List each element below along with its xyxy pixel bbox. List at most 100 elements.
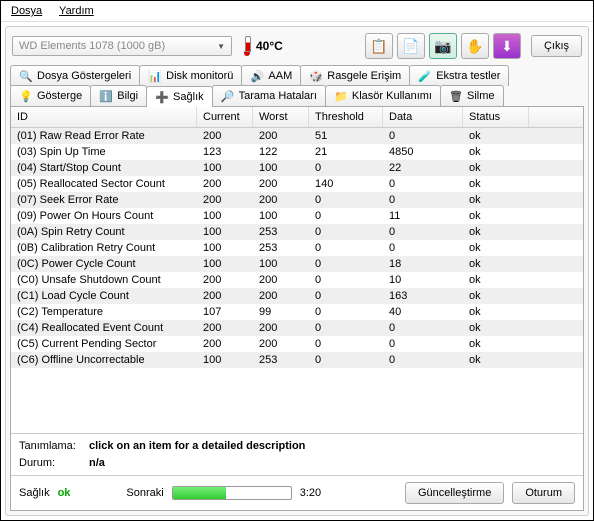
cell-wor: 100 (253, 208, 309, 224)
cell-id: (C5) Current Pending Sector (11, 336, 197, 352)
cell-thr: 0 (309, 336, 383, 352)
cell-cur: 200 (197, 128, 253, 144)
menu-file[interactable]: Dosya (11, 5, 42, 17)
tab-aam[interactable]: 🔊AAM (241, 65, 301, 86)
tab-label: Rasgele Erişim (327, 70, 401, 82)
tab-label: Gösterge (37, 90, 82, 102)
exit-button[interactable]: Çıkış (531, 35, 582, 57)
table-row[interactable]: (C5) Current Pending Sector20020000ok (11, 336, 583, 352)
cell-dat: 22 (383, 160, 463, 176)
copy-icon-button[interactable]: 📋 (365, 33, 393, 59)
drive-select[interactable]: WD Elements 1078 (1000 gB) ▼ (12, 36, 232, 56)
cell-wor: 100 (253, 256, 309, 272)
tab-gösterge[interactable]: 💡 Gösterge (10, 85, 91, 106)
description-panel: Tanımlama:click on an item for a detaile… (11, 433, 583, 475)
cell-cur: 200 (197, 320, 253, 336)
menu-help[interactable]: Yardım (59, 5, 94, 17)
table-row[interactable]: (03) Spin Up Time123122214850ok (11, 144, 583, 160)
table-row[interactable]: (09) Power On Hours Count100100011ok (11, 208, 583, 224)
tab-icon: 🎲 (309, 69, 323, 83)
col-worst[interactable]: Worst (253, 107, 309, 127)
tab-dosya-göstergeleri[interactable]: 🔍Dosya Göstergeleri (10, 65, 140, 86)
tab-label: Tarama Hataları (239, 90, 317, 102)
drive-select-label: WD Elements 1078 (1000 gB) (19, 40, 165, 52)
camera-icon-button[interactable]: 📷 (429, 33, 457, 59)
cell-sta: ok (463, 272, 529, 288)
cell-cur: 200 (197, 192, 253, 208)
cell-cur: 200 (197, 336, 253, 352)
tab-klasör-kullanımı[interactable]: 📁Klasör Kullanımı (325, 85, 441, 106)
table-row[interactable]: (01) Raw Read Error Rate200200510ok (11, 128, 583, 144)
tab-tarama-hataları[interactable]: 🔎Tarama Hataları (212, 85, 326, 106)
tab-ekstra-testler[interactable]: 🧪Ekstra testler (409, 65, 509, 86)
cell-dat: 11 (383, 208, 463, 224)
cell-id: (07) Seek Error Rate (11, 192, 197, 208)
cell-sta: ok (463, 224, 529, 240)
cell-dat: 10 (383, 272, 463, 288)
chevron-down-icon: ▼ (217, 42, 225, 51)
table-row[interactable]: (C1) Load Cycle Count2002000163ok (11, 288, 583, 304)
tab-icon: 🔊 (250, 69, 264, 83)
col-status[interactable]: Status (463, 107, 529, 127)
table-row[interactable]: (C0) Unsafe Shutdown Count200200010ok (11, 272, 583, 288)
col-id[interactable]: ID (11, 107, 197, 127)
cell-id: (C2) Temperature (11, 304, 197, 320)
cell-id: (0A) Spin Retry Count (11, 224, 197, 240)
cell-dat: 0 (383, 352, 463, 368)
table-row[interactable]: (05) Reallocated Sector Count2002001400o… (11, 176, 583, 192)
table-row[interactable]: (C4) Reallocated Event Count20020000ok (11, 320, 583, 336)
cell-id: (0B) Calibration Retry Count (11, 240, 197, 256)
glove-icon-button[interactable]: ✋ (461, 33, 489, 59)
cell-id: (C4) Reallocated Event Count (11, 320, 197, 336)
col-threshold[interactable]: Threshold (309, 107, 383, 127)
tab-disk-monitorü[interactable]: 📊Disk monitorü (139, 65, 242, 86)
cell-dat: 0 (383, 176, 463, 192)
cell-thr: 0 (309, 192, 383, 208)
cell-wor: 100 (253, 160, 309, 176)
table-row[interactable]: (0A) Spin Retry Count10025300ok (11, 224, 583, 240)
cell-thr: 0 (309, 288, 383, 304)
tab-bilgi[interactable]: ℹ️Bilgi (90, 85, 147, 106)
cell-id: (05) Reallocated Sector Count (11, 176, 197, 192)
countdown: 3:20 (300, 487, 321, 499)
table-row[interactable]: (04) Start/Stop Count100100022ok (11, 160, 583, 176)
tab-icon: 🧪 (418, 69, 432, 83)
cell-sta: ok (463, 352, 529, 368)
col-current[interactable]: Current (197, 107, 253, 127)
table-row[interactable]: (0B) Calibration Retry Count10025300ok (11, 240, 583, 256)
cell-id: (01) Raw Read Error Rate (11, 128, 197, 144)
tab-icon: ℹ️ (99, 89, 113, 103)
tab-rasgele-erişim[interactable]: 🎲 Rasgele Erişim (300, 65, 410, 86)
tab-icon: 🗑 (449, 89, 463, 103)
clipboard-icon-button[interactable]: 📄 (397, 33, 425, 59)
cell-sta: ok (463, 240, 529, 256)
tab-icon: 💡 (19, 89, 33, 103)
cell-sta: ok (463, 256, 529, 272)
tab-sağlık[interactable]: ➕Sağlık (146, 86, 213, 107)
cell-id: (C1) Load Cycle Count (11, 288, 197, 304)
table-row[interactable]: (07) Seek Error Rate20020000ok (11, 192, 583, 208)
smart-table[interactable]: (01) Raw Read Error Rate200200510ok(03) … (11, 128, 583, 433)
table-row[interactable]: (0C) Power Cycle Count100100018ok (11, 256, 583, 272)
cell-cur: 200 (197, 272, 253, 288)
session-button[interactable]: Oturum (512, 482, 575, 504)
temperature-display: 40°C (242, 36, 283, 56)
cell-id: (09) Power On Hours Count (11, 208, 197, 224)
cell-sta: ok (463, 288, 529, 304)
cell-wor: 200 (253, 272, 309, 288)
cell-sta: ok (463, 304, 529, 320)
cell-thr: 0 (309, 352, 383, 368)
tab-label: Disk monitorü (166, 70, 233, 82)
cell-wor: 200 (253, 288, 309, 304)
table-row[interactable]: (C2) Temperature10799040ok (11, 304, 583, 320)
cell-thr: 0 (309, 208, 383, 224)
cell-thr: 0 (309, 160, 383, 176)
table-row[interactable]: (C6) Offline Uncorrectable10025300ok (11, 352, 583, 368)
cell-cur: 100 (197, 256, 253, 272)
update-button[interactable]: Güncelleştirme (405, 482, 504, 504)
cell-sta: ok (463, 160, 529, 176)
tab-silme[interactable]: 🗑Silme (440, 85, 504, 106)
download-icon-button[interactable]: ⬇ (493, 33, 521, 59)
col-data[interactable]: Data (383, 107, 463, 127)
cell-wor: 253 (253, 352, 309, 368)
